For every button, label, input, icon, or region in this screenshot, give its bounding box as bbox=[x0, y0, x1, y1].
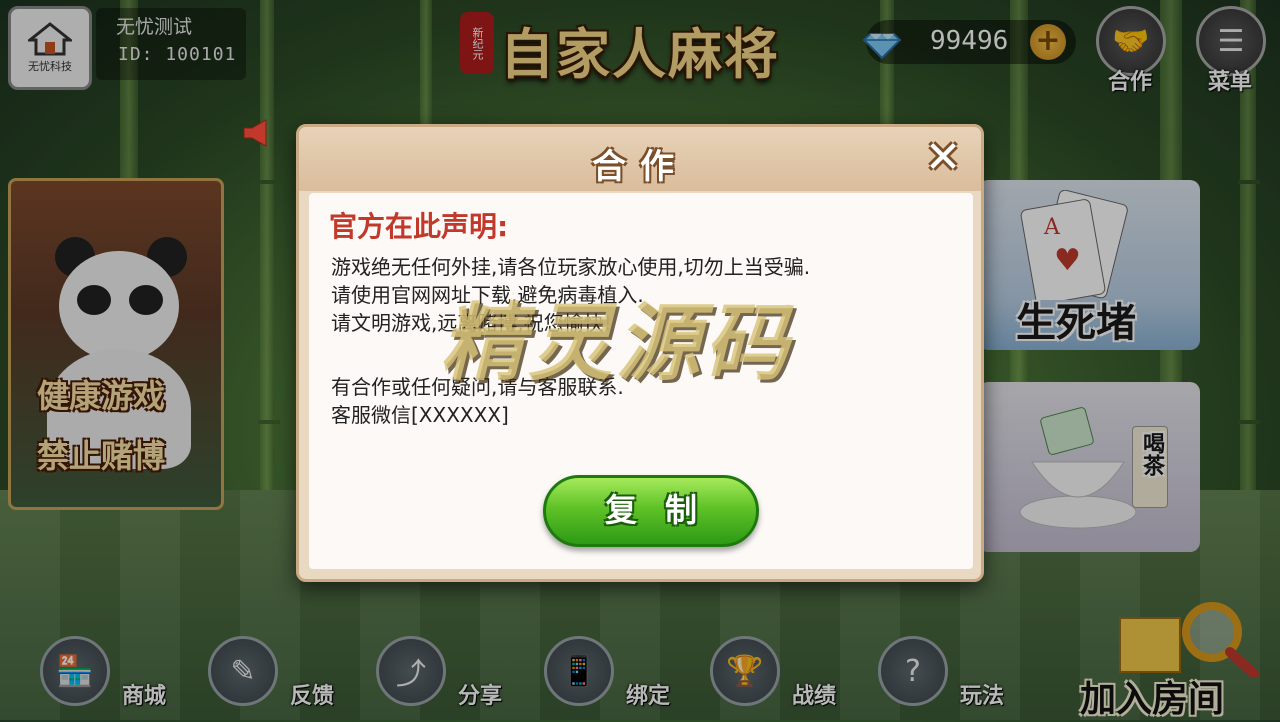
notice-line: 游戏绝无任何外挂,请各位玩家放心使用,切勿上当受骗. bbox=[331, 255, 811, 279]
notice-heading: 官方在此声明: bbox=[329, 210, 509, 243]
notice-line: 客服微信[XXXXXX] bbox=[331, 403, 509, 427]
close-icon[interactable]: ✕ bbox=[923, 136, 963, 180]
dialog-body: 官方在此声明: 游戏绝无任何外挂,请各位玩家放心使用,切勿上当受骗. 请使用官网… bbox=[309, 193, 973, 569]
cooperation-dialog: 合作 ✕ 官方在此声明: 游戏绝无任何外挂,请各位玩家放心使用,切勿上当受骗. … bbox=[296, 124, 984, 582]
speaker-icon bbox=[243, 119, 267, 147]
dialog-title: 合作 bbox=[592, 147, 688, 187]
dialog-header: 合作 ✕ bbox=[299, 127, 981, 191]
notice-line: 请文明游戏,远离赌博,祝您愉快! bbox=[331, 311, 612, 335]
notice-line: 有合作或任何疑问,请与客服联系. bbox=[331, 375, 624, 399]
copy-button[interactable]: 复制 bbox=[543, 475, 759, 547]
notice-line: 请使用官网网址下载,避免病毒植入. bbox=[331, 283, 644, 307]
